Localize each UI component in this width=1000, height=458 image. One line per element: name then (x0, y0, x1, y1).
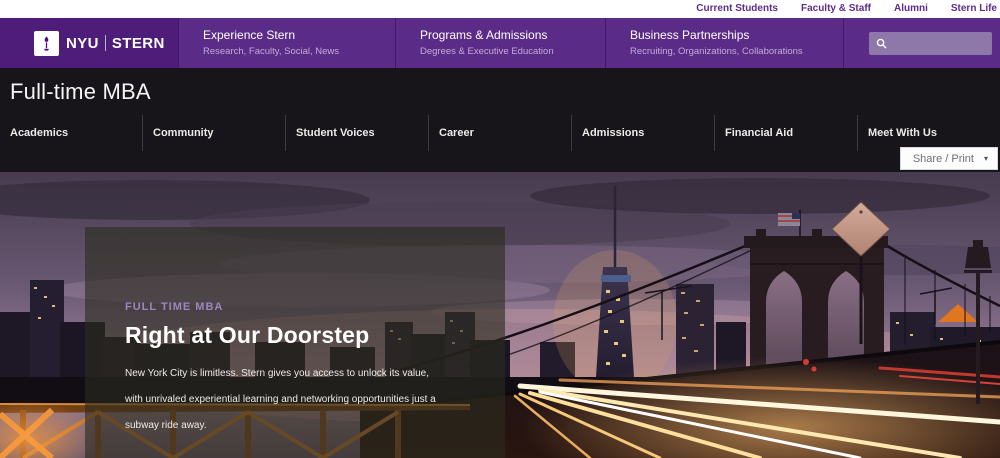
nyu-stern-logo[interactable]: NYU STERN (0, 18, 178, 68)
share-print-button[interactable]: Share / Print ▾ (900, 147, 998, 170)
logo-stern-text: STERN (112, 35, 165, 52)
hero-description-line: subway ride away. (125, 413, 465, 439)
nav-item-experience-stern[interactable]: Experience Stern Research, Faculty, Soci… (178, 18, 395, 68)
page-title: Full-time MBA (10, 79, 151, 105)
title-band: Full-time MBA (0, 68, 1000, 115)
share-print-label: Share / Print (913, 153, 974, 165)
section-nav-admissions[interactable]: Admissions (571, 115, 714, 151)
section-nav: Academics Community Student Voices Caree… (0, 115, 1000, 151)
caret-down-icon: ▾ (984, 154, 988, 163)
torch-icon (34, 31, 59, 56)
page-header-region: Full-time MBA Academics Community Studen… (0, 68, 1000, 172)
section-nav-career[interactable]: Career (428, 115, 571, 151)
hero-section: FULL TIME MBA Right at Our Doorstep New … (0, 172, 1000, 458)
utility-link-faculty-staff[interactable]: Faculty & Staff (801, 0, 871, 18)
section-nav-community[interactable]: Community (142, 115, 285, 151)
section-nav-academics[interactable]: Academics (0, 115, 142, 151)
section-nav-financial-aid[interactable]: Financial Aid (714, 115, 857, 151)
nav-item-programs-admissions[interactable]: Programs & Admissions Degrees & Executiv… (395, 18, 605, 68)
search-icon[interactable] (876, 38, 887, 49)
logo-divider (105, 35, 106, 51)
utility-link-alumni[interactable]: Alumni (894, 0, 928, 18)
nav-item-title: Programs & Admissions (420, 28, 605, 42)
section-nav-meet-with-us[interactable]: Meet With Us (857, 115, 1000, 151)
nav-item-business-partnerships[interactable]: Business Partnerships Recruiting, Organi… (605, 18, 843, 68)
nav-item-subtitle: Degrees & Executive Education (420, 46, 605, 57)
hero-description: New York City is limitless. Stern gives … (125, 361, 465, 439)
search-input[interactable] (887, 37, 992, 49)
utility-link-current-students[interactable]: Current Students (696, 0, 778, 18)
hero-eyebrow: FULL TIME MBA (125, 301, 465, 313)
nyu-stern-page: Current Students Faculty & Staff Alumni … (0, 0, 1000, 458)
nav-item-subtitle: Research, Faculty, Social, News (203, 46, 395, 57)
section-nav-student-voices[interactable]: Student Voices (285, 115, 428, 151)
nav-item-title: Experience Stern (203, 28, 395, 42)
utility-link-stern-life[interactable]: Stern Life (951, 0, 997, 18)
search-area (843, 18, 1000, 68)
hero-description-line: with unrivaled experiential learning and… (125, 387, 465, 413)
hero-text-panel: FULL TIME MBA Right at Our Doorstep New … (85, 227, 505, 458)
main-nav: NYU STERN Experience Stern Research, Fac… (0, 18, 1000, 68)
hero-description-line: New York City is limitless. Stern gives … (125, 361, 465, 387)
hero-heading: Right at Our Doorstep (125, 322, 465, 349)
search-box[interactable] (869, 32, 992, 55)
nav-item-subtitle: Recruiting, Organizations, Collaboration… (630, 46, 843, 57)
nav-item-title: Business Partnerships (630, 28, 843, 42)
utility-nav: Current Students Faculty & Staff Alumni … (0, 0, 1000, 18)
logo-nyu-text: NYU (66, 35, 99, 52)
